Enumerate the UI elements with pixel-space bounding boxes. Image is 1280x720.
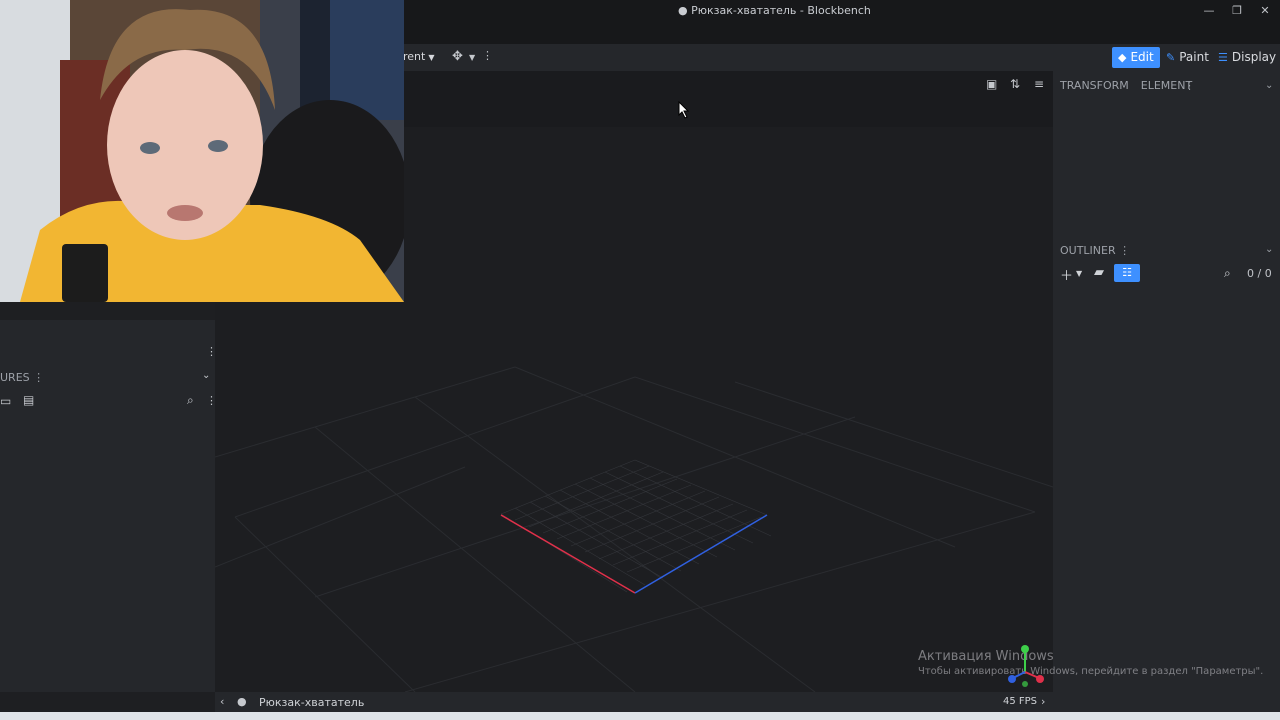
mode-display-button[interactable]: ☰ Display [1212, 47, 1280, 68]
chevron-down-icon[interactable]: ▼ [1076, 269, 1082, 278]
z-axis-line [634, 514, 768, 594]
textures-panel-title: URES ⋮ [0, 371, 44, 384]
add-element-icon[interactable]: ＋ [1060, 265, 1073, 284]
right-sidebar [1053, 71, 1280, 692]
move-tool-icon[interactable]: ✥ [452, 49, 463, 64]
import-texture-icon[interactable]: ▭ [0, 394, 11, 408]
x-axis-line [500, 514, 636, 594]
menu-icon[interactable]: ≡ [1034, 77, 1044, 91]
fps-counter: 45 FPS [1003, 696, 1038, 707]
texture-folder-icon[interactable]: ▤ [23, 393, 34, 407]
chevron-down-icon: ▼ [428, 53, 435, 62]
panel-menu-icon[interactable]: ⋮ [1184, 79, 1195, 92]
axis-gizmo[interactable] [1005, 642, 1050, 690]
restore-button[interactable]: ❐ [1224, 2, 1250, 20]
chevron-down-icon[interactable]: ⌄ [1265, 80, 1273, 91]
chevron-down-icon[interactable]: ⌄ [1265, 244, 1273, 255]
sliders-icon: ☰ [1218, 51, 1228, 64]
toggle-outliner-icon[interactable]: ☷ [1114, 264, 1140, 282]
image-icon[interactable]: ▣ [986, 77, 997, 91]
blockbench-window: ● Рюкзак-хвататель - Blockbench — ❐ ✕ re… [0, 0, 1280, 720]
left-sidebar-header [0, 302, 215, 320]
left-sidebar [0, 302, 215, 692]
search-icon[interactable]: ⌕ [187, 393, 194, 408]
chevron-down-icon[interactable]: ⌄ [202, 370, 210, 381]
os-taskbar [0, 712, 1280, 720]
outliner-menu-icon[interactable]: ⋮ [1119, 244, 1130, 257]
mode-paint-label: Paint [1179, 50, 1209, 64]
mode-display-label: Display [1231, 50, 1277, 64]
add-group-folder-icon[interactable]: ▰ [1094, 265, 1104, 280]
panel-tabs: TRANSFORM ELEMENT [1060, 79, 1204, 92]
textures-title-label: URES [0, 371, 30, 384]
window-title: ● Рюкзак-хвататель - Blockbench [678, 4, 871, 17]
textures-menu-icon[interactable]: ⋮ [33, 371, 44, 384]
mode-edit-label: Edit [1130, 50, 1154, 64]
mode-edit-button[interactable]: ◆ Edit [1112, 47, 1160, 68]
panel-menu-icon[interactable]: ⋮ [206, 345, 217, 358]
chevron-down-icon[interactable]: ▼ [469, 53, 475, 62]
tab-transform[interactable]: TRANSFORM [1060, 79, 1129, 92]
mode-paint-button[interactable]: ✎ Paint [1160, 47, 1215, 68]
webcam-overlay [0, 0, 404, 302]
minimize-button[interactable]: — [1196, 2, 1222, 20]
outliner-title: OUTLINER ⋮ [1060, 244, 1130, 257]
outliner-title-label: OUTLINER [1060, 244, 1116, 257]
mouse-cursor-icon [678, 101, 690, 119]
activation-watermark-text: Чтобы активировать Windows, перейдите в … [918, 666, 1264, 677]
brush-icon: ✎ [1166, 51, 1176, 64]
transform-space-select[interactable]: rent ▼ [403, 50, 435, 66]
chevron-left-icon[interactable]: ‹ [220, 695, 224, 708]
chevron-right-icon[interactable]: › [1041, 695, 1045, 708]
close-button[interactable]: ✕ [1252, 2, 1278, 20]
sort-icon[interactable]: ⇅ [1010, 77, 1020, 91]
project-icon: ● [237, 695, 247, 708]
more-menu-icon[interactable]: ⋮ [482, 49, 493, 62]
search-icon[interactable]: ⌕ [1224, 266, 1231, 281]
status-bar [215, 692, 1280, 712]
outliner-counter: 0 / 0 [1247, 267, 1272, 280]
project-name: Рюкзак-хвататель [259, 696, 365, 709]
edit-cube-icon: ◆ [1118, 51, 1127, 64]
webcam-image [0, 0, 404, 302]
more-menu-icon[interactable]: ⋮ [206, 394, 217, 407]
transform-space-value: rent [403, 50, 426, 63]
